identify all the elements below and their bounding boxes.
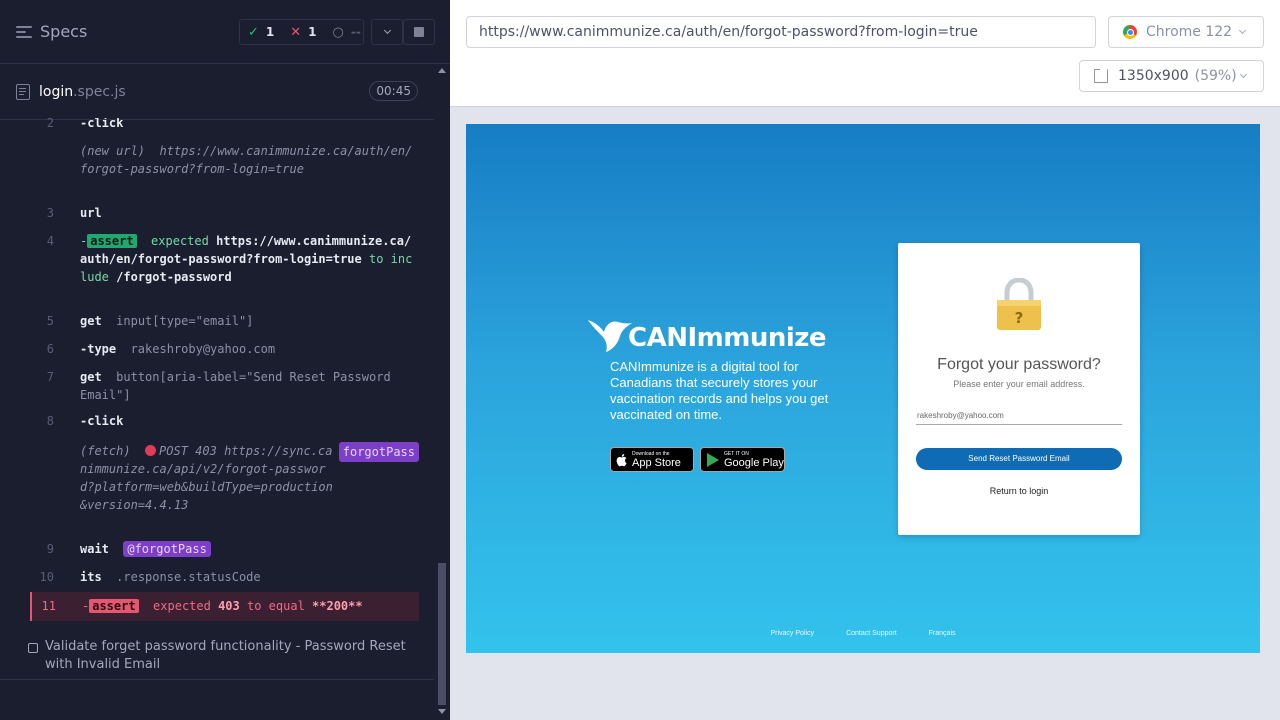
browser-selector[interactable]: Chrome 122	[1108, 16, 1264, 48]
assert-badge: assert	[89, 599, 139, 613]
contact-support-link[interactable]: Contact Support	[846, 630, 897, 637]
footer-links: Privacy Policy Contact Support Français	[466, 630, 1260, 637]
preview-toolbar: https://www.canimmunize.ca/auth/en/forgo…	[450, 0, 1280, 107]
failed-command-row[interactable]: 11 - assert expected 403 to equal **200**	[30, 592, 419, 621]
viewport-selector[interactable]: 1350x900 (59%)	[1079, 60, 1264, 92]
error-dot-icon	[145, 445, 157, 456]
apple-icon	[616, 453, 627, 466]
chevron-down-icon	[1239, 70, 1247, 79]
command-row[interactable]: 4 - assert expected https://www.canimmuni…	[30, 232, 419, 304]
cross-icon: ✕	[290, 24, 302, 40]
ruler-icon	[1094, 69, 1108, 83]
failed-stat: ✕ 1	[290, 25, 316, 40]
email-input[interactable]: rakeshroby@yahoo.com	[916, 409, 1122, 425]
spec-file-name: login.spec.js	[39, 83, 126, 100]
stop-icon	[414, 27, 424, 37]
command-row[interactable]: (new url) https://www.canimmunize.ca/aut…	[30, 142, 419, 196]
chevron-down-icon	[383, 26, 391, 35]
specs-title[interactable]: Specs	[40, 22, 87, 41]
pending-spinner-icon: ○	[332, 24, 344, 40]
scrollbar[interactable]	[434, 64, 450, 720]
command-row[interactable]: 2 -click	[30, 118, 419, 136]
pending-stat: ○ --	[333, 25, 361, 40]
url-bar[interactable]: https://www.canimmunize.ca/auth/en/forgo…	[466, 16, 1096, 48]
command-row[interactable]: 7 get button[aria-label="Send Reset Pass…	[30, 368, 419, 404]
passed-stat: ✓ 1	[248, 25, 274, 40]
chevron-down-icon	[1239, 26, 1247, 35]
app-store-button[interactable]: Download on the App Store	[610, 447, 694, 472]
privacy-policy-link[interactable]: Privacy Policy	[770, 630, 814, 637]
alias-badge: forgotPass	[338, 442, 419, 462]
test-stats: ✓ 1 ✕ 1 ○ --	[239, 19, 364, 45]
command-name: url	[80, 206, 102, 220]
canimmunize-logo: CANImmunize	[588, 304, 827, 354]
lock-icon: ?	[997, 278, 1041, 330]
command-row[interactable]: forgotPass (fetch) POST 403 https://sync…	[30, 442, 419, 532]
card-subtitle: Please enter your email address.	[953, 379, 1085, 389]
checkbox-icon	[28, 643, 38, 653]
forgot-password-card: ? Forgot your password? Please enter you…	[898, 243, 1140, 535]
command-name: -click	[80, 118, 124, 130]
scroll-down-icon[interactable]	[438, 709, 446, 714]
scrollbar-thumb[interactable]	[438, 563, 446, 705]
language-link[interactable]: Français	[929, 630, 956, 637]
google-play-icon	[707, 452, 719, 467]
test-title[interactable]: Validate forget password functionality -…	[28, 638, 428, 674]
event-prefix: (new url)	[80, 144, 146, 158]
return-to-login-link[interactable]: Return to login	[898, 486, 1140, 496]
chrome-icon	[1123, 25, 1137, 39]
stop-button[interactable]	[403, 19, 435, 45]
svg-text:?: ?	[1015, 309, 1024, 327]
collapse-button[interactable]	[371, 19, 403, 45]
hummingbird-icon	[588, 320, 632, 352]
file-icon	[16, 83, 30, 100]
check-icon: ✓	[248, 24, 259, 40]
specs-header: Specs ✓ 1 ✕ 1 ○ --	[0, 0, 450, 64]
scroll-up-icon[interactable]	[438, 68, 446, 73]
divider	[0, 679, 434, 680]
pending-count: --	[350, 25, 361, 39]
app-under-test: CANImmunize CANImmunize is a digital too…	[466, 124, 1260, 653]
spec-file-row[interactable]: login.spec.js 00:45	[0, 64, 450, 120]
app-preview-panel: https://www.canimmunize.ca/auth/en/forgo…	[450, 0, 1280, 720]
tagline: CANImmunize is a digital tool for Canadi…	[610, 359, 829, 422]
duration-badge: 00:45	[369, 81, 418, 101]
failed-count: 1	[308, 25, 317, 39]
passed-count: 1	[265, 25, 275, 39]
card-title: Forgot your password?	[937, 356, 1101, 373]
assert-badge: assert	[87, 234, 137, 248]
menu-icon[interactable]	[16, 25, 32, 38]
reporter-panel: Specs ✓ 1 ✕ 1 ○ -- login.spec.js 00:45 2 -c…	[0, 0, 450, 720]
send-reset-button[interactable]: Send Reset Password Email	[916, 448, 1122, 470]
alias-badge: @forgotPass	[123, 541, 211, 557]
google-play-button[interactable]: GET IT ON Google Play	[700, 447, 785, 472]
command-log: 2 -click (new url) https://www.canimmuni…	[30, 118, 419, 624]
